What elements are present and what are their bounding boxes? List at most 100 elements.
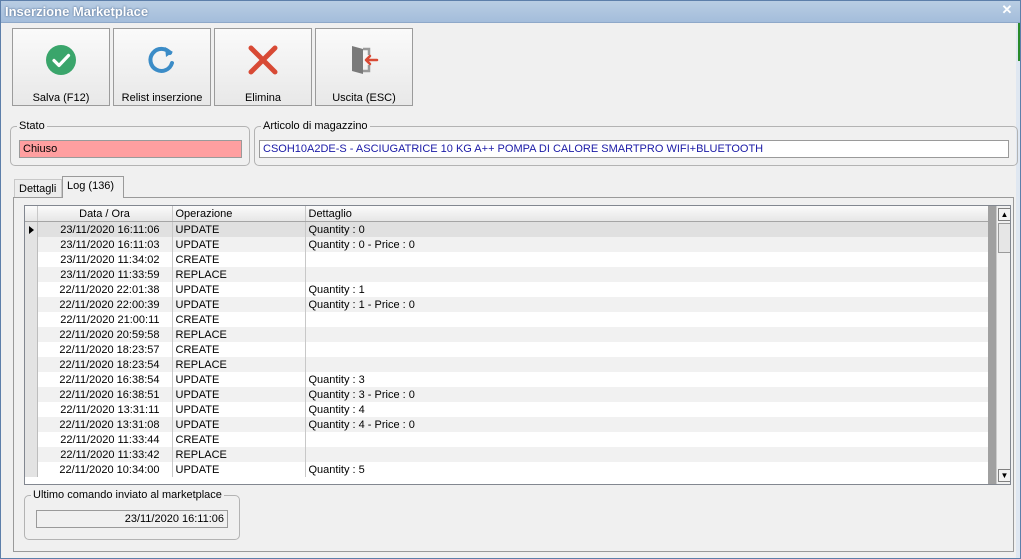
cell-data-ora: 22/11/2020 21:00:11: [37, 312, 173, 327]
column-header-data-ora[interactable]: Data / Ora: [37, 206, 173, 222]
cell-dettaglio: Quantity : 0 - Price : 0: [305, 237, 989, 252]
cell-dettaglio: Quantity : 1 - Price : 0: [305, 297, 989, 312]
table-row[interactable]: 22/11/2020 18:23:54 REPLACE: [25, 357, 989, 372]
stato-field[interactable]: Chiuso: [19, 140, 242, 158]
table-row[interactable]: 22/11/2020 22:01:38 UPDATE Quantity : 1: [25, 282, 989, 297]
table-row[interactable]: 22/11/2020 13:31:08 UPDATE Quantity : 4 - …: [25, 417, 989, 432]
row-selector[interactable]: [25, 327, 38, 342]
cell-operazione: REPLACE: [172, 327, 306, 342]
column-header-operazione[interactable]: Operazione: [172, 206, 306, 222]
row-selector[interactable]: [25, 432, 38, 447]
cell-dettaglio: Quantity : 4: [305, 402, 989, 417]
articolo-field[interactable]: CSOH10A2DE-S - ASCIUGATRICE 10 KG A++ PO…: [259, 140, 1009, 158]
row-selector[interactable]: [25, 297, 38, 312]
cell-dettaglio: Quantity : 5: [305, 462, 989, 477]
table-row[interactable]: 23/11/2020 16:11:06 UPDATE Quantity : 0: [25, 221, 989, 237]
cell-operazione: REPLACE: [172, 267, 306, 282]
cell-data-ora: 22/11/2020 18:23:57: [37, 342, 173, 357]
close-icon[interactable]: ✕: [1000, 3, 1014, 17]
cell-data-ora: 22/11/2020 16:38:51: [37, 387, 173, 402]
row-selector[interactable]: [25, 372, 38, 387]
table-row[interactable]: 23/11/2020 11:33:59 REPLACE: [25, 267, 989, 282]
row-selector[interactable]: [25, 387, 38, 402]
cell-data-ora: 22/11/2020 20:59:58: [37, 327, 173, 342]
ultimo-comando-legend: Ultimo comando inviato al marketplace: [33, 489, 222, 501]
cell-data-ora: 23/11/2020 16:11:03: [37, 237, 173, 252]
row-selector[interactable]: [25, 402, 38, 417]
exit-button[interactable]: Uscita (ESC): [315, 28, 413, 106]
table-row[interactable]: 22/11/2020 16:38:54 UPDATE Quantity : 3: [25, 372, 989, 387]
row-selector[interactable]: [25, 342, 38, 357]
marketplace-window: Inserzione Marketplace ✕ Salva (F12) Rel…: [0, 0, 1021, 559]
table-row[interactable]: 22/11/2020 11:33:44 CREATE: [25, 432, 989, 447]
relist-button[interactable]: Relist inserzione: [113, 28, 211, 106]
row-selector[interactable]: [25, 312, 38, 327]
cell-operazione: CREATE: [172, 252, 306, 267]
cell-operazione: UPDATE: [172, 372, 306, 387]
table-row[interactable]: 22/11/2020 20:59:58 REPLACE: [25, 327, 989, 342]
cell-dettaglio: [305, 432, 989, 447]
log-grid[interactable]: Data / Ora Operazione Dettaglio 23/11/20…: [24, 205, 1011, 485]
cell-data-ora: 22/11/2020 13:31:08: [37, 417, 173, 432]
table-header-row: Data / Ora Operazione Dettaglio: [25, 206, 989, 222]
table-row[interactable]: 22/11/2020 11:33:42 REPLACE: [25, 447, 989, 462]
check-circle-icon: [46, 45, 76, 75]
ultimo-comando-field: 23/11/2020 16:11:06: [36, 510, 228, 528]
row-selector[interactable]: [25, 282, 38, 297]
log-table: Data / Ora Operazione Dettaglio 23/11/20…: [25, 206, 989, 477]
row-selector[interactable]: [25, 462, 38, 477]
row-selector[interactable]: [25, 357, 38, 372]
scroll-up-icon[interactable]: ▲: [998, 208, 1010, 221]
cell-dettaglio: [305, 357, 989, 372]
cell-data-ora: 22/11/2020 11:33:42: [37, 447, 173, 462]
grid-empty-area: [988, 206, 996, 484]
cell-dettaglio: [305, 252, 989, 267]
row-selector[interactable]: [25, 252, 38, 267]
row-selector[interactable]: [25, 447, 38, 462]
table-row[interactable]: 22/11/2020 13:31:11 UPDATE Quantity : 4: [25, 402, 989, 417]
cell-dettaglio: [305, 327, 989, 342]
window-right-edge: [1016, 23, 1020, 558]
row-selector[interactable]: [25, 267, 38, 282]
row-selector[interactable]: [25, 237, 38, 252]
vertical-scrollbar[interactable]: ▲ ▼: [996, 206, 1010, 484]
cell-data-ora: 22/11/2020 16:38:54: [37, 372, 173, 387]
scroll-down-icon[interactable]: ▼: [998, 469, 1010, 482]
stato-legend: Stato: [19, 120, 45, 132]
row-selector[interactable]: [25, 417, 38, 432]
table-row[interactable]: 22/11/2020 18:23:57 CREATE: [25, 342, 989, 357]
cell-data-ora: 23/11/2020 11:33:59: [37, 267, 173, 282]
cell-data-ora: 23/11/2020 16:11:06: [37, 221, 173, 237]
table-row[interactable]: 22/11/2020 16:38:51 UPDATE Quantity : 3 - …: [25, 387, 989, 402]
cell-operazione: CREATE: [172, 432, 306, 447]
cell-dettaglio: Quantity : 0: [305, 221, 989, 237]
save-button-label: Salva (F12): [32, 92, 90, 104]
cell-operazione: CREATE: [172, 342, 306, 357]
current-row-pointer-icon: [29, 225, 34, 234]
column-header-dettaglio[interactable]: Dettaglio: [305, 206, 989, 222]
tab-log[interactable]: Log (136): [62, 176, 124, 198]
row-selector[interactable]: [25, 221, 38, 237]
cell-dettaglio: [305, 267, 989, 282]
background-strip: [1018, 23, 1020, 61]
table-row[interactable]: 22/11/2020 21:00:11 CREATE: [25, 312, 989, 327]
cell-operazione: REPLACE: [172, 447, 306, 462]
cell-data-ora: 22/11/2020 13:31:11: [37, 402, 173, 417]
tab-dettagli[interactable]: Dettagli: [14, 179, 62, 199]
cell-data-ora: 22/11/2020 22:01:38: [37, 282, 173, 297]
cell-operazione: UPDATE: [172, 387, 306, 402]
table-row[interactable]: 22/11/2020 22:00:39 UPDATE Quantity : 1 - …: [25, 297, 989, 312]
save-button[interactable]: Salva (F12): [12, 28, 110, 106]
delete-button[interactable]: Elimina: [214, 28, 312, 106]
cell-operazione: UPDATE: [172, 297, 306, 312]
table-row[interactable]: 23/11/2020 16:11:03 UPDATE Quantity : 0 - …: [25, 237, 989, 252]
scroll-thumb[interactable]: [998, 223, 1010, 253]
cell-operazione: UPDATE: [172, 221, 306, 237]
cell-operazione: UPDATE: [172, 417, 306, 432]
table-row[interactable]: 23/11/2020 11:34:02 CREATE: [25, 252, 989, 267]
window-title: Inserzione Marketplace: [5, 4, 149, 19]
cell-data-ora: 22/11/2020 10:34:00: [37, 462, 173, 477]
table-row[interactable]: 22/11/2020 10:34:00 UPDATE Quantity : 5: [25, 462, 989, 477]
cell-data-ora: 22/11/2020 22:00:39: [37, 297, 173, 312]
cell-dettaglio: [305, 447, 989, 462]
